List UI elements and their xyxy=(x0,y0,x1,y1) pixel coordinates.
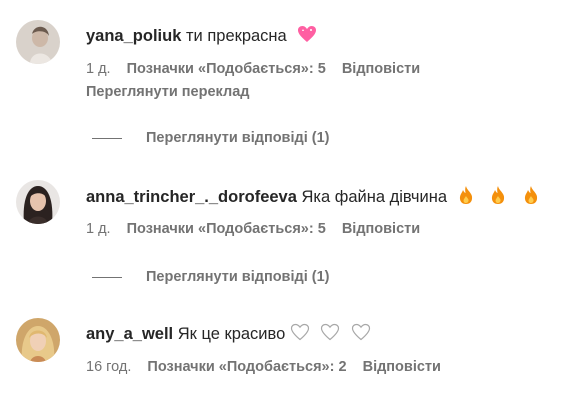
see-translation-button[interactable]: Переглянути переклад xyxy=(86,83,249,101)
avatar-photo-icon xyxy=(16,180,60,224)
white-heart-icon xyxy=(351,323,371,346)
likes-count[interactable]: Позначки «Подобається»: 5 xyxy=(127,221,326,237)
divider-line xyxy=(92,276,122,278)
view-replies-label: Переглянути відповіді (1) xyxy=(146,269,330,285)
view-replies-button[interactable]: Переглянути відповіді (1) xyxy=(92,268,330,286)
comment-time[interactable]: 16 год. xyxy=(86,359,131,375)
comment-time[interactable]: 1 д. xyxy=(86,61,111,77)
view-replies-button[interactable]: Переглянути відповіді (1) xyxy=(92,129,330,147)
avatar[interactable] xyxy=(16,318,60,362)
fire-icon xyxy=(458,185,474,210)
comment-meta: 16 год. Позначки «Подобається»: 2 Відпов… xyxy=(86,358,453,376)
comment-text: ти прекрасна xyxy=(185,26,287,45)
reply-button[interactable]: Відповісти xyxy=(342,221,420,237)
avatar-photo-icon xyxy=(16,318,60,362)
comment-username[interactable]: yana_poliuk xyxy=(86,27,181,45)
comment-username[interactable]: any_a_well xyxy=(86,325,173,343)
divider-line xyxy=(92,137,122,139)
reply-button[interactable]: Відповісти xyxy=(363,359,441,375)
comment-line: anna_trincher_._dorofeeva Яка файна дівч… xyxy=(86,185,539,210)
likes-count[interactable]: Позначки «Подобається»: 2 xyxy=(147,359,346,375)
comment-line: yana_poliuk ти прекрасна xyxy=(86,25,317,48)
fire-icon xyxy=(490,185,506,210)
comment-username[interactable]: anna_trincher_._dorofeeva xyxy=(86,188,297,206)
comment-text: Яка файна дівчина xyxy=(301,187,448,206)
avatar[interactable] xyxy=(16,180,60,224)
comment-meta: 1 д. Позначки «Подобається»: 5 Відповіст… xyxy=(86,60,432,78)
avatar-photo-icon xyxy=(16,20,60,64)
comment-meta: 1 д. Позначки «Подобається»: 5 Відповіст… xyxy=(86,220,432,238)
likes-count[interactable]: Позначки «Подобається»: 5 xyxy=(127,61,326,77)
view-replies-label: Переглянути відповіді (1) xyxy=(146,130,330,146)
white-heart-icon xyxy=(320,323,340,346)
comment-time[interactable]: 1 д. xyxy=(86,221,111,237)
white-heart-icon xyxy=(290,323,310,346)
avatar[interactable] xyxy=(16,20,60,64)
sparkling-heart-icon xyxy=(297,25,317,48)
reply-button[interactable]: Відповісти xyxy=(342,61,420,77)
fire-icon xyxy=(523,185,539,210)
comment-text: Як це красиво xyxy=(177,324,286,343)
comment-line: any_a_well Як це красиво xyxy=(86,323,371,346)
